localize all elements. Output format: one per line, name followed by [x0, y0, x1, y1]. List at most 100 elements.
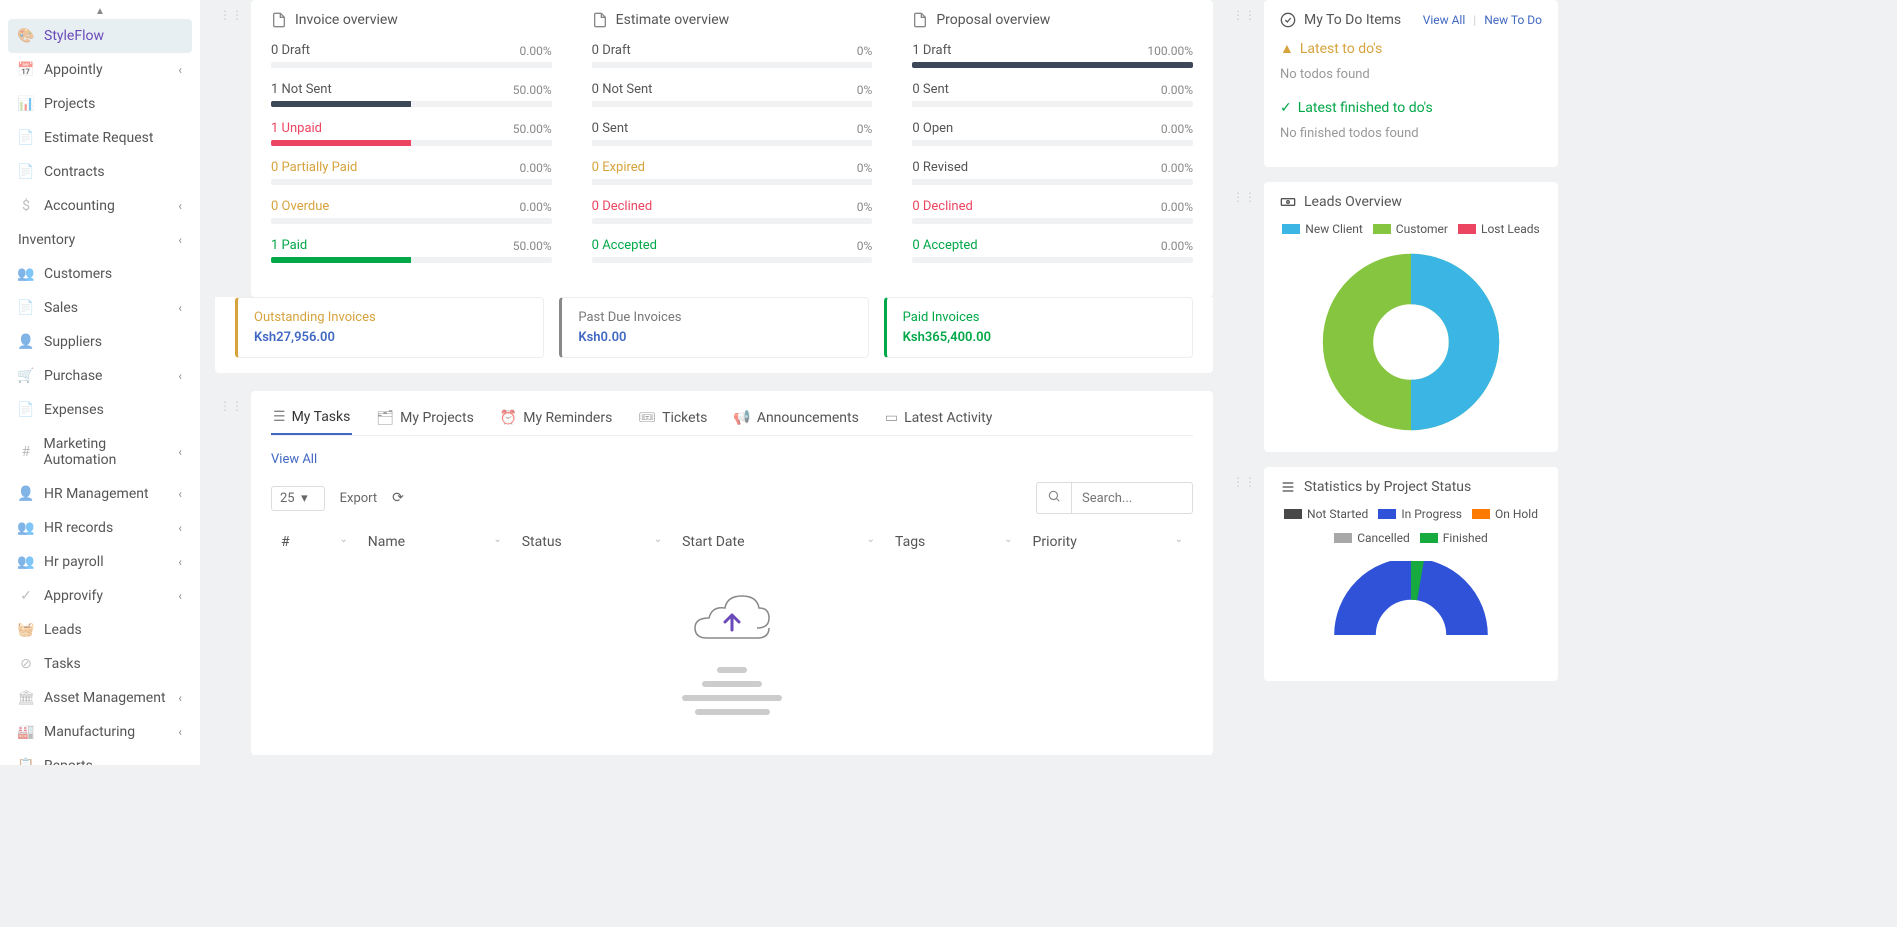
- sidebar-item-asset-management[interactable]: 🏛Asset Management‹: [8, 681, 192, 715]
- legend-label: In Progress: [1401, 507, 1462, 521]
- nav-label: Sales: [44, 300, 78, 316]
- refresh-icon[interactable]: ⟳: [392, 490, 404, 506]
- column-header[interactable]: #⌄: [271, 526, 358, 558]
- nav-label: Suppliers: [44, 334, 102, 350]
- stat-percent: 50.00%: [513, 83, 552, 97]
- stat-label: 0 Partially Paid: [271, 160, 357, 175]
- calendar-icon: 📅: [18, 62, 34, 78]
- page-size-select[interactable]: 25 ▾: [271, 486, 325, 511]
- sidebar-item-leads[interactable]: 🧺Leads: [8, 613, 192, 647]
- search-input[interactable]: [1072, 485, 1192, 512]
- search-icon[interactable]: [1037, 483, 1072, 513]
- view-all-link[interactable]: View All: [271, 452, 317, 467]
- drag-handle-icon[interactable]: ⋮⋮: [1228, 190, 1260, 204]
- palette-icon: 🎨: [18, 28, 34, 44]
- stat-percent: 0.00%: [1161, 200, 1193, 214]
- stat-label: 0 Revised: [912, 160, 968, 175]
- legend-item: Finished: [1420, 531, 1488, 545]
- tab-my-reminders[interactable]: ⏰My Reminders: [498, 401, 615, 435]
- column-header[interactable]: Status⌄: [512, 526, 672, 558]
- sidebar-item-hr-records[interactable]: 👥HR records‹: [8, 511, 192, 545]
- sidebar-item-approvify[interactable]: ✓Approvify‹: [8, 579, 192, 613]
- latest-todos-header: ▲ Latest to do's: [1280, 40, 1542, 57]
- leads-title: Leads Overview: [1304, 194, 1402, 210]
- sidebar-item-customers[interactable]: 👥Customers: [8, 257, 192, 291]
- sidebar-item-suppliers[interactable]: 👤Suppliers: [8, 325, 192, 359]
- stat-percent: 0.00%: [1161, 161, 1193, 175]
- finished-todos-header: ✓ Latest finished to do's: [1280, 100, 1542, 116]
- legend-swatch: [1472, 509, 1490, 519]
- project-status-donut-chart: [1331, 561, 1491, 661]
- column-header[interactable]: Name⌄: [358, 526, 512, 558]
- right-column: ⋮⋮ My To Do Items View All | New To Do ▲: [1228, 0, 1568, 765]
- file-icon: 📄: [18, 300, 34, 316]
- sidebar-item-purchase[interactable]: 🛒Purchase‹: [8, 359, 192, 393]
- sort-icon: ⌄: [1004, 534, 1012, 545]
- new-todo-link[interactable]: New To Do: [1484, 13, 1542, 27]
- tab-icon: ⏰: [500, 410, 517, 426]
- stat-percent: 0.00%: [1161, 83, 1193, 97]
- sidebar-item-appointly[interactable]: 📅Appointly‹: [8, 53, 192, 87]
- tab-tickets[interactable]: 🎟Tickets: [636, 401, 709, 435]
- chevron-left-icon: ‹: [178, 555, 182, 569]
- stat-label: 1 Unpaid: [271, 121, 322, 136]
- nav-label: Tasks: [44, 656, 81, 672]
- nav-label: HR Management: [44, 486, 149, 502]
- warning-icon: ▲: [1280, 40, 1294, 57]
- nav-label: Approvify: [44, 588, 103, 604]
- check-icon: ✓: [18, 588, 34, 604]
- tab-icon: 🗂: [376, 410, 394, 426]
- sidebar-item-tasks[interactable]: ⊘Tasks: [8, 647, 192, 681]
- stat-label: 0 Sent: [592, 121, 629, 136]
- check-circle-icon: [1280, 12, 1296, 28]
- stat-label: 0 Draft: [592, 43, 631, 58]
- stat-percent: 0%: [857, 161, 873, 175]
- nav-label: Projects: [44, 96, 95, 112]
- sidebar-item-projects[interactable]: 📊Projects: [8, 87, 192, 121]
- file-icon: 📄: [18, 130, 34, 146]
- sidebar-item-reports[interactable]: 📋Reports: [8, 749, 192, 765]
- view-all-link[interactable]: View All: [1423, 13, 1466, 27]
- finished-empty-text: No finished todos found: [1280, 126, 1542, 141]
- users-icon: 👥: [18, 554, 34, 570]
- sidebar-item-estimate-request[interactable]: 📄Estimate Request: [8, 121, 192, 155]
- sort-icon: ⌄: [1175, 534, 1183, 545]
- column-header[interactable]: Priority⌄: [1023, 526, 1193, 558]
- sidebar-item-accounting[interactable]: $Accounting‹: [8, 189, 192, 223]
- sort-icon: ⌄: [654, 534, 662, 545]
- column-header[interactable]: Start Date⌄: [672, 526, 885, 558]
- drag-handle-icon[interactable]: ⋮⋮: [215, 399, 247, 413]
- sidebar-item-inventory[interactable]: Inventory‹: [8, 223, 192, 257]
- sidebar-item-styleflow[interactable]: 🎨StyleFlow: [8, 19, 192, 53]
- sidebar-item-sales[interactable]: 📄Sales‹: [8, 291, 192, 325]
- leads-widget: Leads Overview New ClientCustomerLost Le…: [1264, 182, 1558, 452]
- sidebar-item-manufacturing[interactable]: 🏭Manufacturing‹: [8, 715, 192, 749]
- tab-latest-activity[interactable]: ▭Latest Activity: [883, 401, 995, 435]
- tab-label: Announcements: [757, 410, 859, 426]
- sidebar-item-hr-payroll[interactable]: 👥Hr payroll‹: [8, 545, 192, 579]
- list-icon: [1280, 479, 1296, 495]
- sidebar-item-marketing-automation[interactable]: #Marketing Automation‹: [8, 427, 192, 477]
- tab-my-projects[interactable]: 🗂My Projects: [374, 401, 475, 435]
- sidebar-item-hr-management[interactable]: 👤HR Management‹: [8, 477, 192, 511]
- drag-handle-icon[interactable]: ⋮⋮: [215, 8, 247, 22]
- drag-handle-icon[interactable]: ⋮⋮: [1228, 8, 1260, 22]
- export-button[interactable]: Export: [340, 491, 378, 506]
- column-header[interactable]: Tags⌄: [885, 526, 1023, 558]
- nav-label: Contracts: [44, 164, 105, 180]
- stat-label: 0 Overdue: [271, 199, 329, 214]
- tab-my-tasks[interactable]: ☰My Tasks: [271, 401, 352, 435]
- todos-title: My To Do Items: [1304, 12, 1401, 28]
- stat-label: 0 Expired: [592, 160, 645, 175]
- legend-label: Customer: [1396, 222, 1448, 236]
- sidebar-item-expenses[interactable]: 📄Expenses: [8, 393, 192, 427]
- sidebar-item-contracts[interactable]: 📄Contracts: [8, 155, 192, 189]
- scroll-up-icon[interactable]: ▲: [8, 4, 192, 19]
- drag-handle-icon[interactable]: ⋮⋮: [1228, 475, 1260, 489]
- tab-label: My Tasks: [292, 409, 351, 425]
- tab-announcements[interactable]: 📢Announcements: [731, 401, 860, 435]
- main-content: ⋮⋮ Invoice overview0 Draft0.00%1 Not Sen…: [200, 0, 1228, 765]
- stat-percent: 0.00%: [519, 44, 551, 58]
- stat-percent: 0.00%: [1161, 122, 1193, 136]
- stat-percent: 0.00%: [519, 200, 551, 214]
